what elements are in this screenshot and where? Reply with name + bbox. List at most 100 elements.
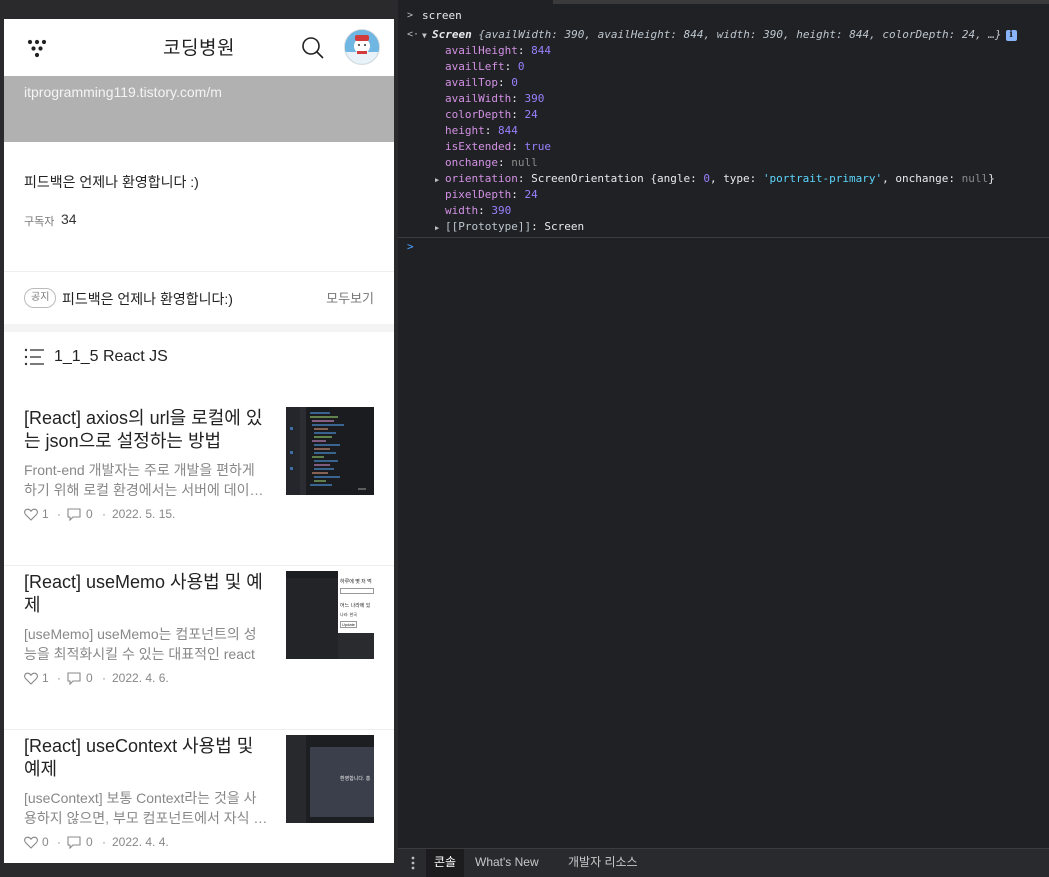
notice-link[interactable]: 피드백은 언제나 환영합니다:)	[62, 289, 233, 309]
property-key: availTop	[445, 76, 498, 89]
heart-icon[interactable]	[24, 836, 38, 849]
post-date: 2022. 4. 4.	[112, 835, 169, 849]
category-title: 1_1_5 React JS	[54, 348, 168, 365]
property-row: pixelDepth: 24	[398, 187, 1049, 203]
post-excerpt: [useContext] 보통 Context라는 것을 사용하지 않으면, 부…	[24, 790, 268, 826]
console-separator	[398, 237, 1049, 238]
property-value: 0	[703, 172, 710, 185]
colon: :	[511, 92, 525, 105]
like-count: 0	[42, 835, 49, 849]
console-result-summary[interactable]: <· ▼ Screen {availWidth: 390, availHeight…	[398, 27, 1049, 43]
meta-separator: ·	[102, 671, 106, 685]
code-screenshot-thumbnail	[286, 407, 374, 495]
search-icon[interactable]	[300, 35, 326, 61]
colon: :	[511, 188, 525, 201]
property-key: onchange	[445, 156, 498, 169]
property-value: 24	[524, 188, 538, 201]
avatar[interactable]	[344, 29, 380, 65]
post-date: 2022. 4. 6.	[112, 671, 169, 685]
brace: {	[643, 172, 657, 185]
property-value: 844	[531, 44, 551, 57]
devtools-drawer-tabs: 콘솔 What's New 개발자 리소스	[398, 848, 1049, 877]
property-key: [[Prototype]]	[445, 220, 532, 233]
comment-icon[interactable]	[67, 672, 81, 685]
preview-key: onchange:	[895, 172, 962, 185]
colon: :	[517, 172, 532, 185]
expand-triangle-icon[interactable]: ▼	[422, 28, 432, 44]
see-all-link[interactable]: 모두보기	[326, 288, 374, 307]
colon: :	[497, 76, 512, 89]
comment-icon[interactable]	[67, 508, 81, 521]
property-value: null	[511, 156, 538, 169]
post-thumbnail[interactable]: 하루에 몇 저 먹 어느 나라에 있 나라: 한국 Update	[286, 571, 374, 659]
console-command: screen	[422, 9, 462, 22]
preview-key: angle:	[656, 172, 704, 185]
subscriber-label: 구독자	[24, 216, 55, 228]
list-icon	[24, 348, 44, 366]
tab-whats-new[interactable]: What's New	[467, 849, 547, 877]
post-item[interactable]: [React] useContext 사용법 및 예제 [useContext]…	[4, 735, 394, 863]
console-prompt-icon[interactable]: >	[407, 240, 414, 253]
brace: }	[988, 172, 995, 185]
heart-icon[interactable]	[24, 508, 38, 521]
property-row-prototype[interactable]: ▶ [[Prototype]]: Screen	[398, 219, 1049, 235]
comment-count: 0	[86, 507, 93, 521]
blog-url[interactable]: itprogramming119.tistory.com/m	[24, 84, 222, 100]
post-title[interactable]: [React] useMemo 사용법 및 예제	[24, 571, 274, 617]
property-value: 'portrait-primary'	[762, 172, 883, 185]
property-row: availTop: 0	[398, 75, 1049, 91]
meta-separator: ·	[57, 671, 61, 685]
meta-separator: ·	[57, 835, 61, 849]
return-arrow-icon: <·	[407, 29, 420, 40]
info-icon[interactable]: i	[1005, 30, 1017, 41]
category-header: 1_1_5 React JS	[4, 332, 394, 392]
devtools-console: > screen <· ▼ Screen {availWidth: 390, av…	[398, 0, 1049, 877]
thumb-panel	[286, 578, 338, 659]
property-row: width: 390	[398, 203, 1049, 219]
post-thumbnail[interactable]: 환영합니다. 홍	[286, 735, 374, 823]
property-row-orientation[interactable]: ▶ orientation: ScreenOrientation {angle: …	[398, 171, 1049, 187]
thumb-text: 나라: 한국	[340, 612, 357, 617]
tab-console[interactable]: 콘솔	[426, 849, 465, 877]
blog-cover: itprogramming119.tistory.com/m	[4, 76, 394, 142]
blog-description: 피드백은 언제나 환영합니다 :)	[24, 174, 199, 190]
more-vert-icon[interactable]	[408, 855, 418, 871]
like-count: 1	[42, 671, 49, 685]
thumb-sidebar	[286, 735, 306, 823]
post-title[interactable]: [React] useContext 사용법 및 예제	[24, 735, 274, 781]
post-excerpt: [useMemo] useMemo는 컴포넌트의 성능을 최적화시킬 수 있는 …	[24, 626, 257, 662]
expand-triangle-icon[interactable]: ▶	[435, 172, 445, 188]
like-count: 1	[42, 507, 49, 521]
meta-separator: ·	[102, 507, 106, 521]
snowman-avatar-icon	[345, 30, 379, 64]
thumb-text: 하루에 몇 저 먹	[340, 579, 372, 585]
colon: :	[484, 124, 498, 137]
property-row: onchange: null	[398, 155, 1049, 171]
post-item[interactable]: [React] useMemo 사용법 및 예제 [useMemo] useMe…	[4, 571, 394, 735]
tab-developer-resources[interactable]: 개발자 리소스	[560, 849, 646, 877]
section-gap	[4, 324, 394, 332]
property-row: isExtended: true	[398, 139, 1049, 155]
property-key: height	[445, 124, 485, 137]
comment-count: 0	[86, 835, 93, 849]
comment-icon[interactable]	[67, 836, 81, 849]
console-input-line: > screen	[398, 8, 1049, 24]
thumb-text: 환영합니다. 홍	[340, 776, 371, 782]
thumb-page: 환영합니다. 홍	[310, 747, 374, 817]
blog-header: 코딩병원	[4, 19, 394, 76]
expand-triangle-icon[interactable]: ▶	[435, 220, 445, 236]
colon: :	[478, 204, 492, 217]
post-item[interactable]: [React] axios의 url을 로컬에 있는 json으로 설정하는 방…	[4, 407, 394, 571]
notice-badge: 공지	[24, 288, 57, 308]
divider	[4, 565, 394, 566]
post-title[interactable]: [React] axios의 url을 로컬에 있는 json으로 설정하는 방…	[24, 407, 274, 453]
divider	[4, 729, 394, 730]
colon: :	[531, 220, 545, 233]
heart-icon[interactable]	[24, 672, 38, 685]
colon: :	[517, 44, 532, 57]
object-class: Screen	[432, 28, 472, 41]
thumb-input	[340, 588, 374, 594]
post-thumbnail[interactable]	[286, 407, 374, 495]
colon: :	[511, 108, 525, 121]
blog-title[interactable]: 코딩병원	[4, 33, 394, 60]
